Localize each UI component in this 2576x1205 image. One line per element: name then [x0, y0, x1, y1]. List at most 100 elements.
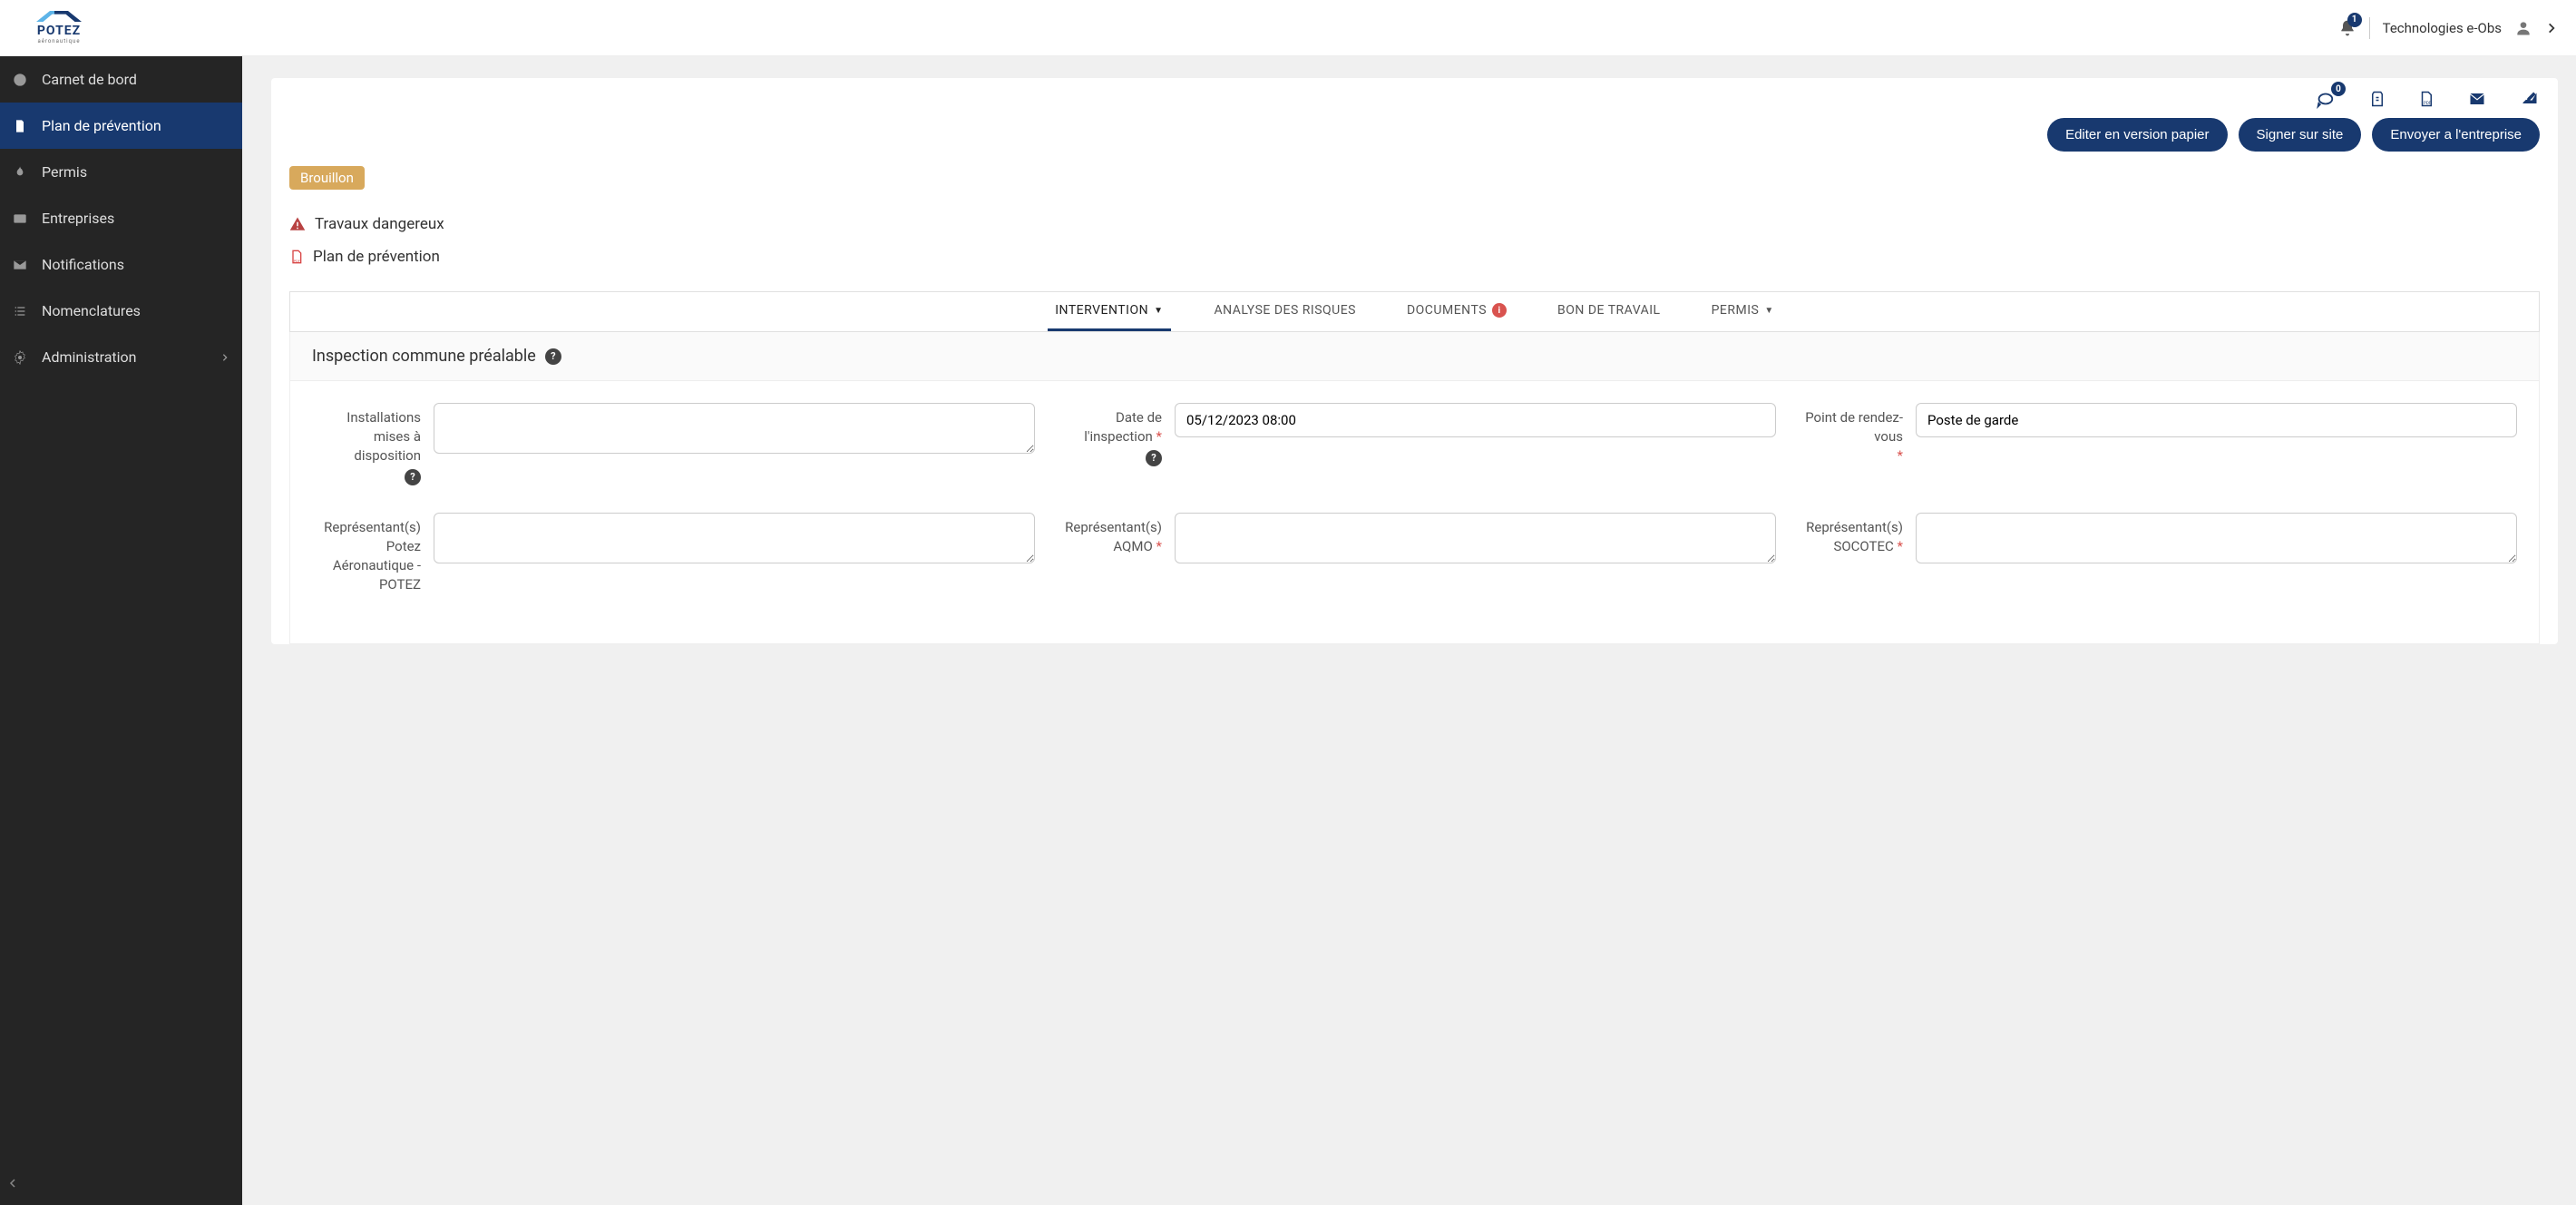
svg-text:PDF: PDF: [294, 259, 301, 263]
dropdown-icon: ▼: [1154, 306, 1163, 316]
form-body: Installations mises à disposition ? Date…: [290, 381, 2539, 643]
tab-label: BON DE TRAVAIL: [1557, 303, 1661, 318]
sidebar-item-label: Notifications: [42, 256, 124, 273]
user-icon[interactable]: [2514, 19, 2532, 37]
form-row: Installations mises à disposition ? Date…: [312, 403, 2517, 485]
tab-documents[interactable]: DOCUMENTS i: [1400, 292, 1514, 331]
help-icon[interactable]: ?: [1146, 450, 1162, 466]
action-buttons: Editer en version papier Signer sur site…: [271, 118, 2558, 166]
rep-socotec-input[interactable]: [1916, 513, 2517, 563]
tab-label: PERMIS: [1712, 303, 1760, 318]
sidebar-item-label: Plan de prévention: [42, 117, 161, 134]
installations-input[interactable]: [434, 403, 1035, 454]
id-card-icon: [13, 211, 29, 226]
tab-label: ANALYSE DES RISQUES: [1215, 303, 1356, 318]
sidebar-item-permits[interactable]: Permis: [0, 149, 242, 195]
inspection-date-group: Date de l'inspection * ?: [1053, 403, 1776, 485]
prevention-plan-flag: PDF Plan de prévention: [271, 240, 2558, 273]
logo-wing-icon: [36, 11, 82, 22]
chevron-right-icon: [220, 351, 229, 364]
dashboard-icon: [13, 73, 29, 87]
archive-button[interactable]: [2369, 89, 2386, 109]
rep-potez-group: Représentant(s) Potez Aéronautique - POT…: [312, 513, 1035, 594]
sidebar-item-label: Nomenclatures: [42, 302, 141, 319]
email-button[interactable]: [2467, 91, 2487, 107]
alert-icon: i: [1492, 303, 1507, 318]
required-marker: *: [1156, 428, 1162, 445]
sign-onsite-button[interactable]: Signer sur site: [2239, 118, 2362, 152]
comments-button[interactable]: 0: [2313, 89, 2337, 109]
sidebar-item-label: Carnet de bord: [42, 71, 137, 88]
app-header: POTEZ aéronautique 1 Technologies e-Obs: [0, 0, 2576, 56]
sidebar-item-dashboard[interactable]: Carnet de bord: [0, 56, 242, 103]
prevention-plan-label: Plan de prévention: [313, 248, 440, 266]
inspection-date-input[interactable]: [1175, 403, 1776, 437]
sidebar-collapse-button[interactable]: [0, 1169, 242, 1198]
signature-icon: [2520, 90, 2540, 108]
meeting-point-input[interactable]: [1916, 403, 2517, 437]
status-row: Brouillon: [271, 166, 2558, 208]
tab-permits[interactable]: PERMIS ▼: [1704, 292, 1781, 331]
chevron-left-icon: [7, 1176, 18, 1190]
tool-icons: 0 PDF: [2313, 89, 2540, 109]
fire-icon: [13, 165, 29, 180]
rep-aqmo-input[interactable]: [1175, 513, 1776, 563]
rep-aqmo-label: Représentant(s) AQMO *: [1053, 513, 1162, 556]
rep-socotec-label: Représentant(s) SOCOTEC *: [1794, 513, 1903, 556]
tab-label: DOCUMENTS: [1407, 303, 1487, 318]
document-icon: [13, 119, 29, 133]
notification-count-badge: 1: [2347, 13, 2362, 27]
tab-intervention[interactable]: INTERVENTION ▼: [1048, 292, 1170, 331]
installations-group: Installations mises à disposition ?: [312, 403, 1035, 485]
logo-text: POTEZ: [37, 24, 81, 38]
toolbar: 0 PDF: [271, 89, 2558, 118]
logo[interactable]: POTEZ aéronautique: [36, 11, 82, 44]
envelope-icon: [13, 258, 29, 272]
section-title: Inspection commune préalable: [312, 347, 536, 366]
warning-icon: [289, 216, 306, 232]
pdf-icon: PDF: [2418, 89, 2435, 109]
tabs: INTERVENTION ▼ ANALYSE DES RISQUES DOCUM…: [289, 291, 2540, 332]
required-marker: *: [1156, 538, 1162, 554]
archive-icon: [2369, 89, 2386, 109]
tab-work-order[interactable]: BON DE TRAVAIL: [1550, 292, 1668, 331]
meeting-point-label: Point de rendez-vous*: [1794, 403, 1903, 465]
svg-text:PDF: PDF: [2424, 101, 2432, 106]
help-icon[interactable]: ?: [405, 469, 421, 485]
rep-potez-label: Représentant(s) Potez Aéronautique - POT…: [312, 513, 421, 594]
form-row: Représentant(s) Potez Aéronautique - POT…: [312, 513, 2517, 594]
status-badge: Brouillon: [289, 166, 365, 190]
rep-potez-input[interactable]: [434, 513, 1035, 563]
send-company-button[interactable]: Envoyer a l'entreprise: [2372, 118, 2540, 152]
rep-socotec-group: Représentant(s) SOCOTEC *: [1794, 513, 2517, 594]
pdf-export-button[interactable]: PDF: [2418, 89, 2435, 109]
sidebar-item-label: Administration: [42, 348, 137, 366]
sign-button[interactable]: [2520, 90, 2540, 108]
envelope-icon: [2467, 91, 2487, 107]
help-icon[interactable]: ?: [545, 348, 561, 365]
installations-label: Installations mises à disposition ?: [312, 403, 421, 485]
sidebar-item-label: Entreprises: [42, 210, 114, 227]
sidebar-item-nomenclatures[interactable]: Nomenclatures: [0, 288, 242, 334]
inspection-section: Inspection commune préalable ? Installat…: [289, 332, 2540, 644]
tab-risk-analysis[interactable]: ANALYSE DES RISQUES: [1207, 292, 1363, 331]
list-icon: [13, 304, 29, 318]
main-content: 0 PDF Editer: [242, 56, 2576, 1205]
sidebar-item-notifications[interactable]: Notifications: [0, 241, 242, 288]
dropdown-icon: ▼: [1764, 306, 1773, 316]
required-marker: *: [1898, 538, 1903, 554]
edit-paper-button[interactable]: Editer en version papier: [2047, 118, 2227, 152]
comment-count-badge: 0: [2331, 82, 2346, 96]
sidebar-item-prevention-plan[interactable]: Plan de prévention: [0, 103, 242, 149]
gear-icon: [13, 350, 29, 365]
notifications-button[interactable]: 1: [2338, 18, 2356, 38]
section-header: Inspection commune préalable ?: [290, 332, 2539, 381]
meeting-point-group: Point de rendez-vous*: [1794, 403, 2517, 485]
logo-subtext: aéronautique: [37, 38, 80, 44]
sidebar-item-label: Permis: [42, 163, 87, 181]
dangerous-work-label: Travaux dangereux: [315, 215, 444, 233]
sidebar-item-companies[interactable]: Entreprises: [0, 195, 242, 241]
chevron-right-icon[interactable]: [2545, 19, 2558, 37]
sidebar-item-administration[interactable]: Administration: [0, 334, 242, 380]
dangerous-work-flag: Travaux dangereux: [271, 208, 2558, 240]
